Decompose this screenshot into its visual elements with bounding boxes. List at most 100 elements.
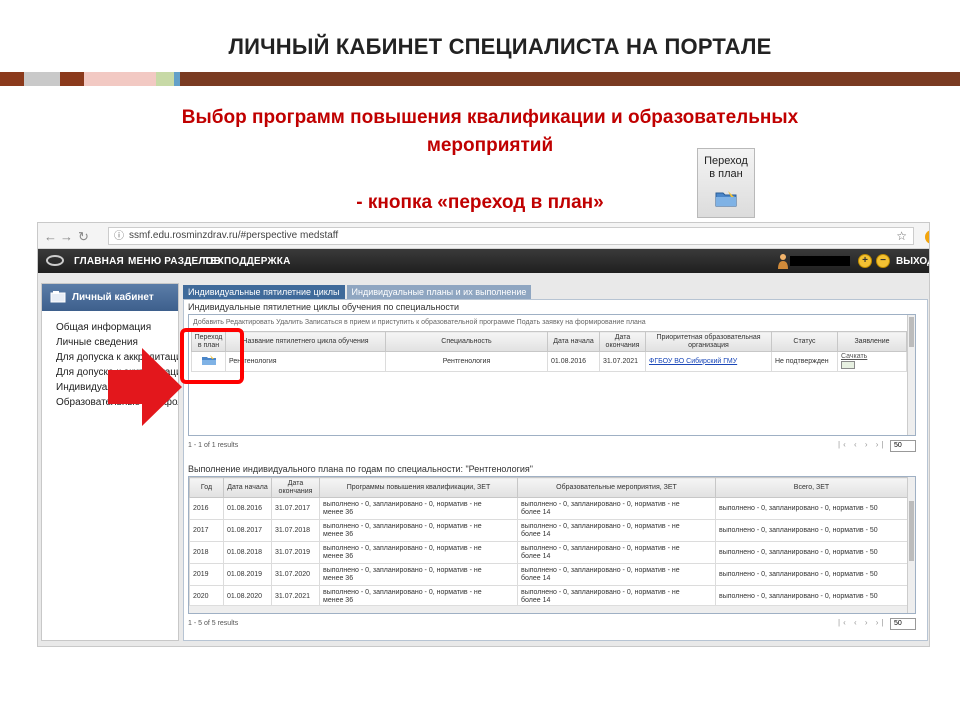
cell-programs-line-2: менее 36 bbox=[323, 574, 354, 582]
sidebar-item-general[interactable]: Общая информация bbox=[56, 320, 178, 335]
tab-plans[interactable]: Индивидуальные планы и их выполнение bbox=[346, 285, 532, 299]
plan-pager-arrows[interactable]: |‹ ‹ › ›| bbox=[838, 618, 886, 627]
red-arrow-icon bbox=[108, 348, 182, 426]
cycles-pager-text: 1 - 1 of 1 results bbox=[188, 442, 239, 449]
col-header[interactable]: Всего, ЗЕТ bbox=[715, 477, 908, 498]
menu-support[interactable]: ТЕХПОДДЕРЖКА bbox=[204, 256, 291, 267]
slide: ЛИЧНЫЙ КАБИНЕТ СПЕЦИАЛИСТА НА ПОРТАЛЕ Вы… bbox=[0, 0, 960, 720]
cell-start-date: 01.08.2018 bbox=[223, 541, 272, 564]
cell-cycle-name: Рентгенология bbox=[225, 351, 386, 372]
col-header[interactable]: Дата начала bbox=[223, 477, 272, 498]
col-header[interactable]: Название пятилетнего цикла обучения bbox=[225, 331, 386, 352]
col-header[interactable]: Дата начала bbox=[547, 331, 600, 352]
cell-programs-line-1: выполнено - 0, запланировано - 0, нормат… bbox=[323, 566, 482, 574]
cell-events-line-1: выполнено - 0, запланировано - 0, нормат… bbox=[521, 544, 680, 552]
cell-year: 2017 bbox=[189, 519, 224, 542]
cell-org-link[interactable]: ФГБОУ ВО Сибирский ГМУ bbox=[645, 351, 772, 372]
cell-status: Не подтвержден bbox=[771, 351, 838, 372]
subtitle-button-hint: - кнопка «переход в план» bbox=[356, 192, 604, 213]
approve-icon[interactable] bbox=[841, 361, 855, 370]
cell-programs-line-2: менее 36 bbox=[323, 508, 354, 516]
cell-events-line-1: выполнено - 0, запланировано - 0, нормат… bbox=[521, 566, 680, 574]
col-header[interactable]: Специальность bbox=[385, 331, 548, 352]
url-text: ssmf.edu.rosminzdrav.ru/#perspective med… bbox=[129, 230, 339, 241]
plan-button-label-2: в план bbox=[709, 168, 743, 180]
org-link[interactable]: ФГБОУ ВО Сибирский ГМУ bbox=[649, 358, 737, 365]
plan-rows: 2016 01.08.2016 31.07.2017 выполнено - 0, з… bbox=[189, 497, 908, 608]
cell-year: 2018 bbox=[189, 541, 224, 564]
cell-start-date: 01.08.2016 bbox=[547, 351, 600, 372]
cell-programs-line-1: выполнено - 0, запланировано - 0, нормат… bbox=[323, 588, 482, 596]
subtitle-line-1: Выбор программ повышения квалификации и … bbox=[181, 107, 799, 128]
tab-cycles[interactable]: Индивидуальные пятилетние циклы bbox=[183, 285, 345, 299]
sidebar-header[interactable]: Личный кабинет bbox=[42, 284, 178, 311]
cell-programs-line-1: выполнено - 0, запланировано - 0, нормат… bbox=[323, 544, 482, 552]
menu-home[interactable]: ГЛАВНАЯ bbox=[74, 256, 124, 267]
col-header[interactable]: Дата окончания bbox=[271, 477, 320, 498]
table-row[interactable]: 2017 01.08.2017 31.07.2018 выполнено - 0, з… bbox=[189, 519, 908, 542]
reload-icon[interactable]: ↻ bbox=[78, 229, 89, 245]
plan-button-enlarged[interactable]: Переход в план bbox=[697, 148, 755, 218]
stripe-segment bbox=[180, 72, 960, 86]
cell-events: выполнено - 0, запланировано - 0, нормат… bbox=[517, 519, 716, 542]
cell-specialty: Рентгенология bbox=[385, 351, 548, 372]
cell-events-line-2: более 14 bbox=[521, 508, 551, 516]
info-icon[interactable]: ⓘ bbox=[114, 229, 124, 245]
cycles-section-title: Индивидуальные пятилетние циклы обучения… bbox=[188, 302, 460, 312]
back-icon[interactable]: ← bbox=[44, 229, 57, 244]
url-input[interactable]: ⓘ ssmf.edu.rosminzdrav.ru/#perspective m… bbox=[108, 227, 914, 245]
cell-application: Сачкать bbox=[837, 351, 907, 372]
cycles-scroll-thumb[interactable] bbox=[909, 317, 914, 347]
cell-programs-line-1: выполнено - 0, запланировано - 0, нормат… bbox=[323, 522, 482, 530]
cell-programs: выполнено - 0, запланировано - 0, нормат… bbox=[319, 563, 518, 586]
folder-icon bbox=[715, 191, 737, 207]
stripe-segment bbox=[156, 72, 174, 86]
plan-table: Год Дата начала Дата окончания Программы… bbox=[189, 477, 908, 608]
col-header[interactable]: Заявление bbox=[837, 331, 907, 352]
cell-events-line-2: более 14 bbox=[521, 596, 551, 604]
col-header[interactable]: Статус bbox=[771, 331, 838, 352]
col-header[interactable]: Образовательные мероприятия, ЗЕТ bbox=[517, 477, 716, 498]
plan-page-size[interactable]: 50 bbox=[890, 618, 916, 630]
cycles-pager-arrows[interactable]: |‹ ‹ › ›| bbox=[838, 440, 886, 449]
table-row[interactable]: 2016 01.08.2016 31.07.2017 выполнено - 0, з… bbox=[189, 497, 908, 520]
application-link[interactable]: Сачкать bbox=[841, 353, 867, 360]
cell-events: выполнено - 0, запланировано - 0, нормат… bbox=[517, 497, 716, 520]
zoom-out-icon[interactable]: − bbox=[876, 254, 890, 268]
col-header[interactable]: Программы повышения квалификации, ЗЕТ bbox=[319, 477, 518, 498]
cell-events-line-1: выполнено - 0, запланировано - 0, нормат… bbox=[521, 588, 680, 596]
sidebar: Личный кабинет Общая информация Личные с… bbox=[41, 283, 179, 641]
cell-year: 2019 bbox=[189, 563, 224, 586]
portal-top-menu: ГЛАВНАЯ МЕНЮ РАЗДЕЛОВ ТЕХПОДДЕРЖКА + − В… bbox=[38, 249, 929, 273]
content-tabs: Индивидуальные пятилетние циклы Индивиду… bbox=[183, 285, 533, 299]
cell-events: выполнено - 0, запланировано - 0, нормат… bbox=[517, 541, 716, 564]
cell-start-date: 01.08.2016 bbox=[223, 497, 272, 520]
table-row[interactable]: 2018 01.08.2018 31.07.2019 выполнено - 0, з… bbox=[189, 541, 908, 564]
logout-link[interactable]: ВЫХОД bbox=[896, 256, 929, 267]
col-header[interactable]: Дата окончания bbox=[599, 331, 646, 352]
bookmark-star-icon[interactable]: ☆ bbox=[896, 228, 907, 244]
portal-logo[interactable] bbox=[46, 255, 64, 266]
plan-section-title: Выполнение индивидуального плана по года… bbox=[188, 464, 533, 474]
extension-icon[interactable] bbox=[925, 230, 929, 244]
browser-window: ← → ↻ ⓘ ssmf.edu.rosminzdrav.ru/#perspec… bbox=[37, 222, 930, 647]
cell-programs: выполнено - 0, запланировано - 0, нормат… bbox=[319, 519, 518, 542]
zoom-in-icon[interactable]: + bbox=[858, 254, 872, 268]
cell-end-date: 31.07.2019 bbox=[271, 541, 320, 564]
table-row[interactable]: 2019 01.08.2019 31.07.2020 выполнено - 0, з… bbox=[189, 563, 908, 586]
plan-scrollbar[interactable] bbox=[907, 477, 915, 613]
cell-total: выполнено - 0, запланировано - 0, нормат… bbox=[715, 497, 908, 520]
plan-scroll-thumb[interactable] bbox=[909, 501, 914, 561]
col-header[interactable]: Год bbox=[189, 477, 224, 498]
forward-icon[interactable]: → bbox=[60, 229, 73, 244]
cycles-scrollbar[interactable] bbox=[907, 315, 915, 435]
cell-total: выполнено - 0, запланировано - 0, нормат… bbox=[715, 519, 908, 542]
address-bar-row: ← → ↻ ⓘ ssmf.edu.rosminzdrav.ru/#perspec… bbox=[38, 223, 929, 249]
plan-horizontal-scrollbar[interactable] bbox=[189, 605, 907, 613]
cycles-page-size[interactable]: 50 bbox=[890, 440, 916, 452]
plan-pager-text: 1 - 5 of 5 results bbox=[188, 620, 239, 627]
cell-programs-line-2: менее 36 bbox=[323, 530, 354, 538]
table-row[interactable]: Рентгенология Рентгенология 01.08.2016 3… bbox=[191, 351, 907, 372]
col-header[interactable]: Приоритетная образовательная организация bbox=[645, 331, 772, 352]
cell-events-line-2: более 14 bbox=[521, 530, 551, 538]
